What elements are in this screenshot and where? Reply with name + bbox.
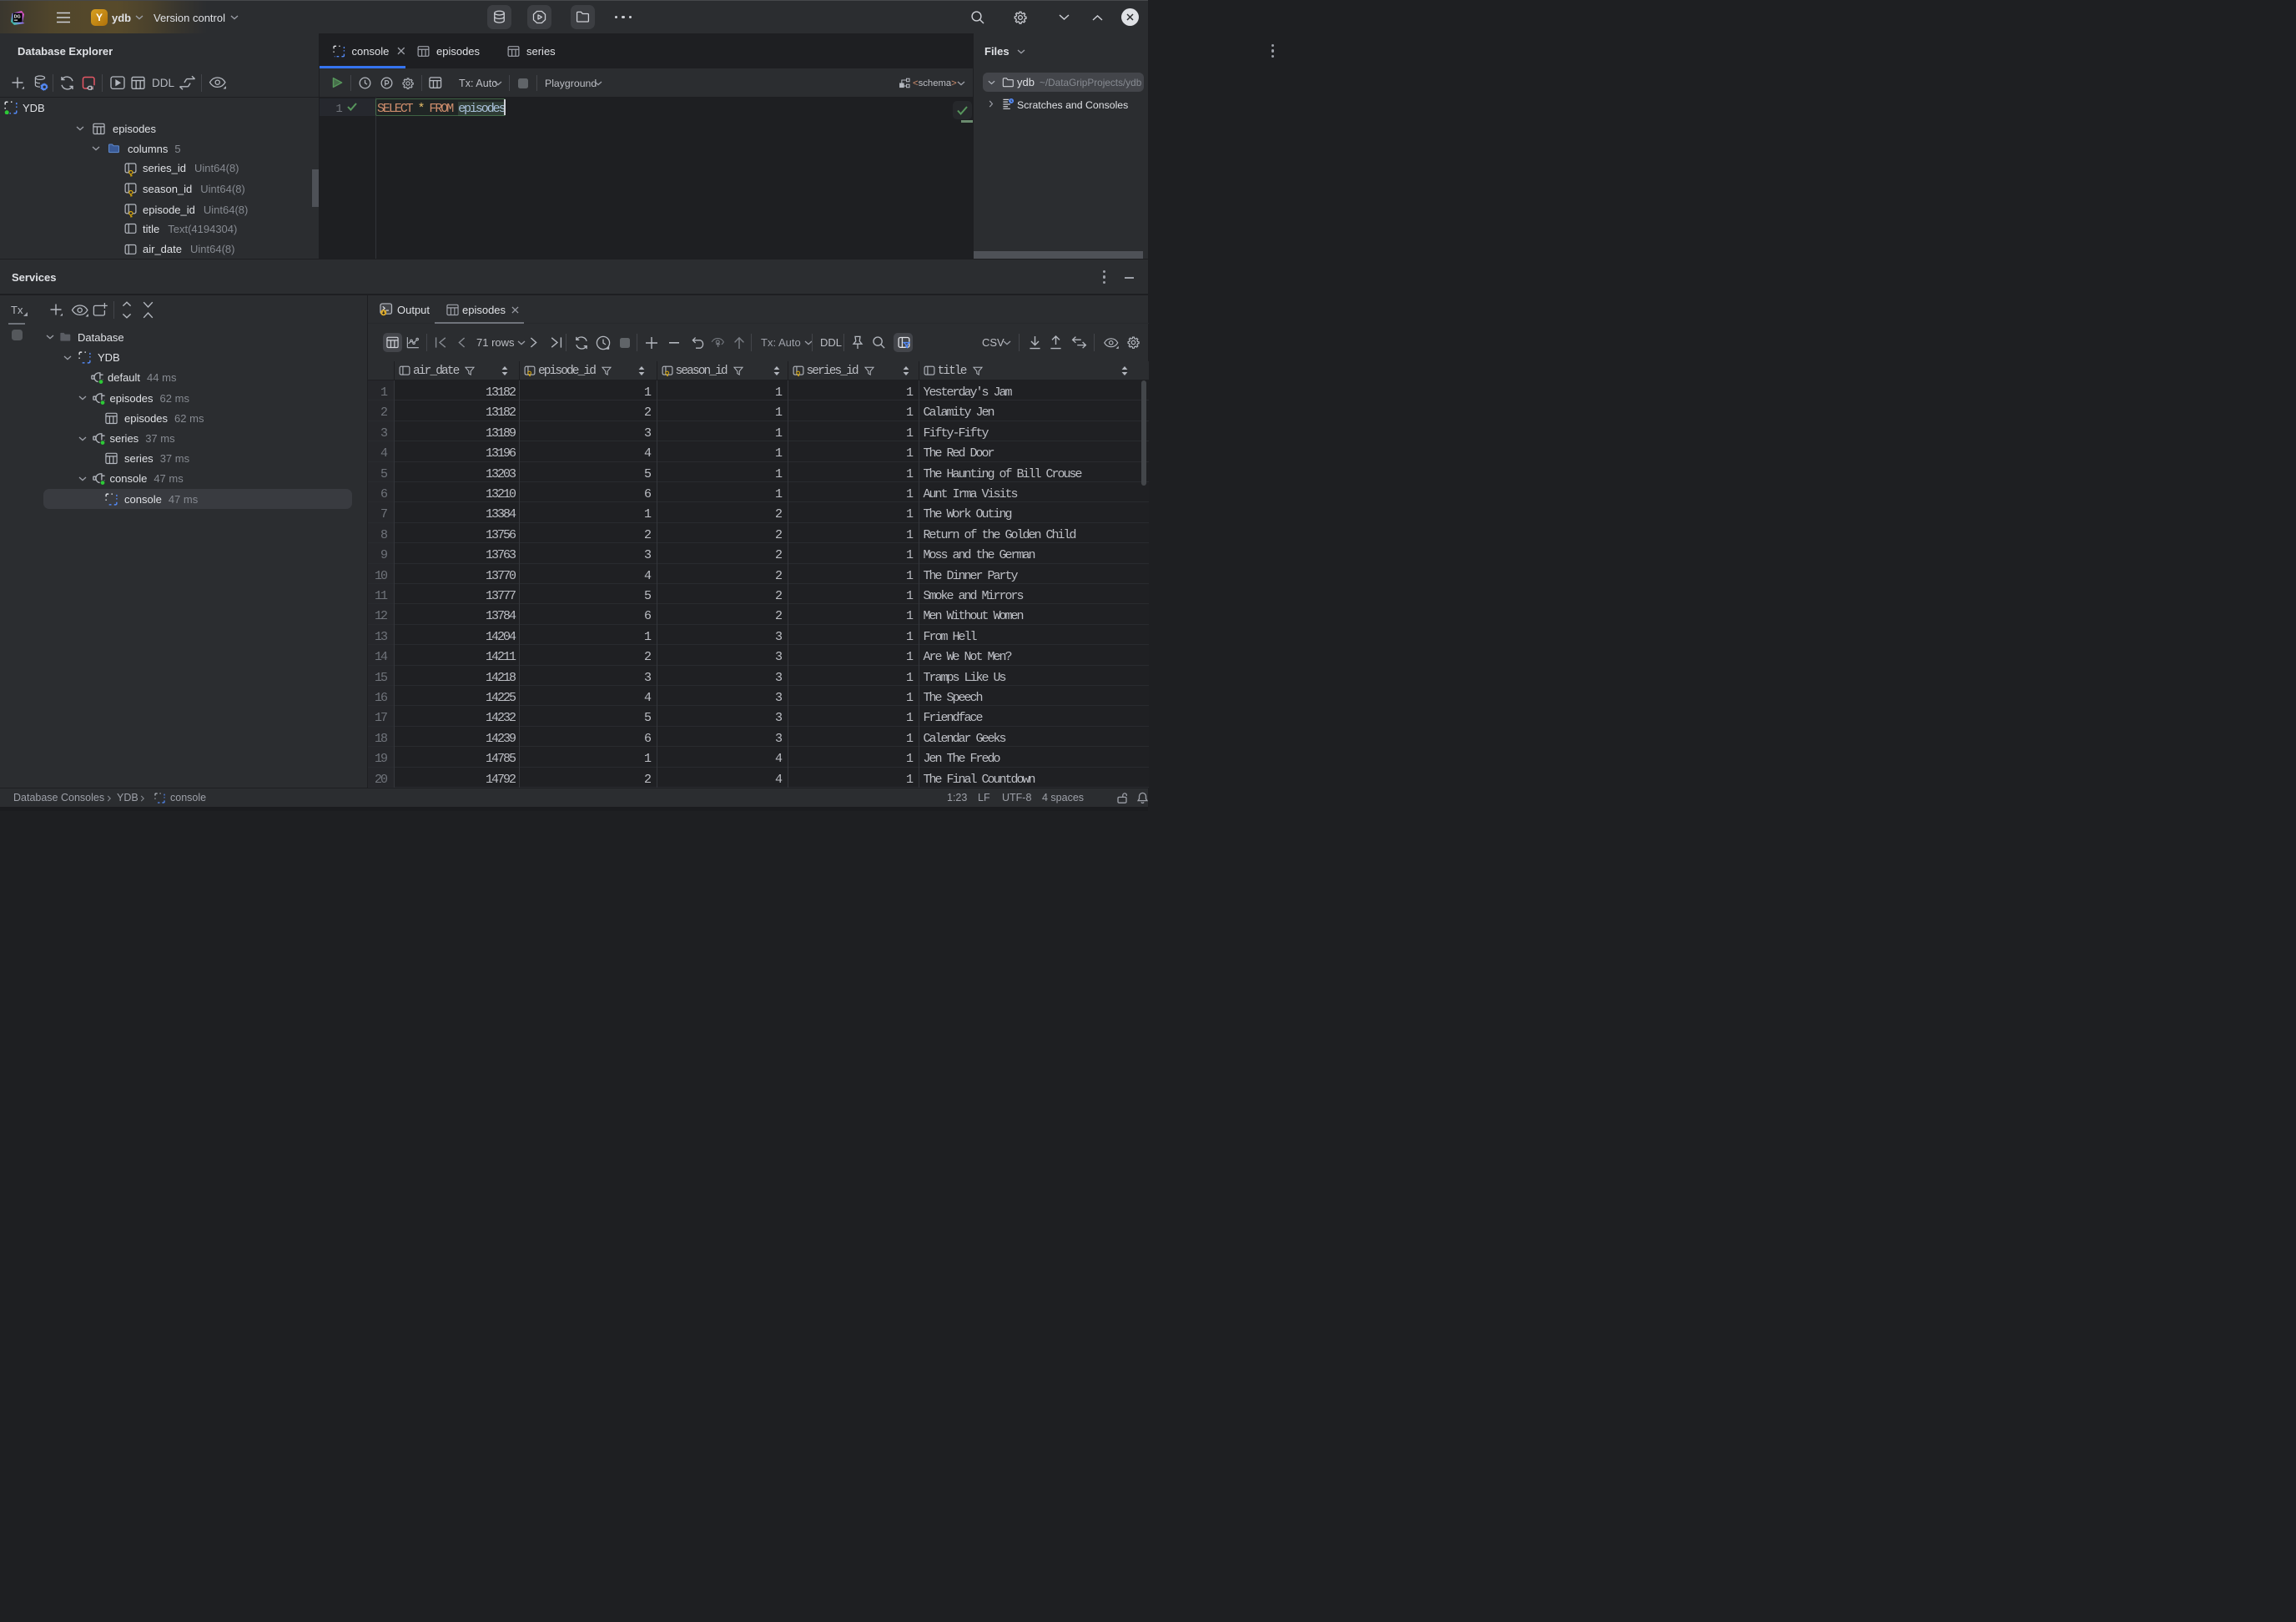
svg-text:DG: DG xyxy=(14,15,21,20)
